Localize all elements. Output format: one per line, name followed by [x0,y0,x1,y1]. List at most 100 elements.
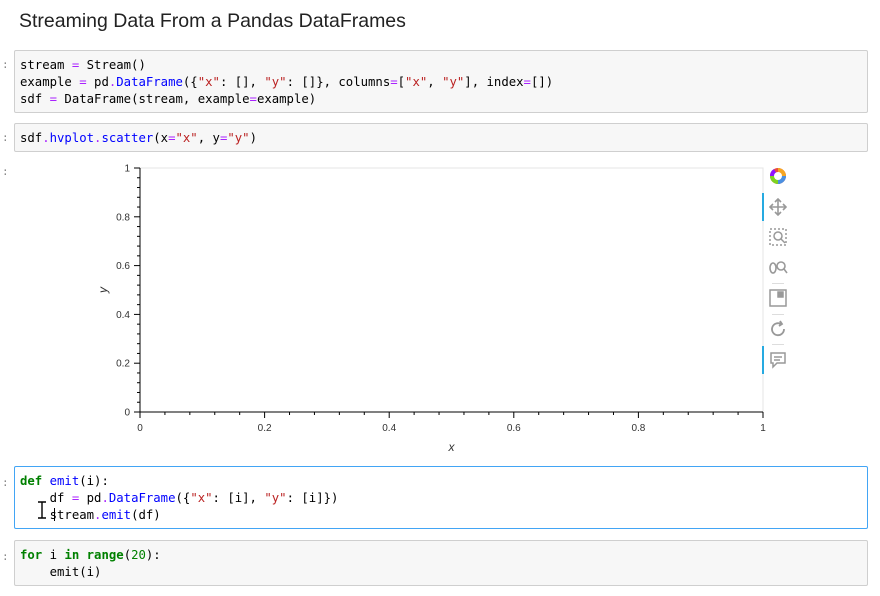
code-token: ): [145,548,161,562]
x-tick-label: 0.8 [631,423,645,434]
toolbar-separator [772,283,784,284]
code-token: DataFrame [108,491,176,505]
code-token: i [42,548,65,562]
code-token: ) [249,131,257,145]
ibeam-cursor-icon [38,501,46,519]
hover-icon[interactable] [765,347,791,373]
pan-icon[interactable] [765,194,791,220]
box-zoom-icon[interactable] [765,224,791,250]
code-line[interactable]: def emit(i): [20,473,867,490]
code-token: = [79,75,87,89]
code-cell-hvplot[interactable]: sdf.hvplot.scatter(x="x", y="y") [14,123,868,152]
code-line[interactable]: example = pd.DataFrame({"x": [], "y": []… [20,74,867,91]
code-token: = [49,92,58,106]
code-line[interactable]: stream = Stream() [20,57,867,74]
plot-output: 0 0.2 0.4 0.6 0.8 1 0 0.2 0.4 0.6 0.8 1 x y [14,158,868,458]
code-token: , [427,75,443,89]
code-token: : []}, columns [286,75,391,89]
active-inspect-indicator [762,346,764,374]
output-prompt: : [2,165,9,178]
plot-frame [139,167,764,413]
code-token: "x" [405,75,428,89]
code-token: emit [49,474,80,488]
code-token: DataFrame [116,75,183,89]
code-token: ( [123,548,132,562]
code-token: ({ [182,75,198,89]
code-line[interactable]: emit(i) [20,564,867,581]
cell-prompt: : [2,131,9,144]
notebook-heading: Streaming Data From a Pandas DataFrames [19,10,406,32]
x-axis-label: x [448,440,456,454]
save-icon[interactable] [765,285,791,311]
y-tick-label: 1 [124,164,130,175]
cell-prompt: : [2,58,9,71]
code-token: . [101,491,109,505]
code-token: ], index [464,75,524,89]
y-tick-label: 0 [124,408,130,419]
code-line[interactable]: for i in range(20): [20,547,867,564]
code-token: [ [397,75,406,89]
code-token: = [523,75,531,89]
code-token: = [390,75,398,89]
code-token: = [168,131,176,145]
code-token: (df) [131,508,161,522]
x-tick-label: 0.6 [507,423,521,434]
code-cell-stream-setup[interactable]: stream = Stream() example = pd.DataFrame(… [14,50,868,113]
active-drag-indicator [762,193,764,221]
code-token: : [i]}) [286,491,339,505]
code-token: hvplot [49,131,95,145]
code-cell-emit-loop[interactable]: for i in range(20): emit(i) [14,540,868,586]
code-token: , y [197,131,220,145]
code-token: emit(i) [20,565,102,579]
code-token: sdf [20,92,50,106]
code-token: for [20,548,43,562]
y-tick-label: 0.4 [116,310,130,321]
code-line[interactable]: sdf = DataFrame(stream, example=example) [20,91,867,108]
code-token: (x [153,131,169,145]
code-token: "x" [190,491,213,505]
wheel-zoom-icon[interactable] [765,254,791,280]
code-line[interactable]: stream.emit(df) [20,507,867,524]
code-token: []) [530,75,554,89]
y-tick-label: 0.2 [116,359,130,370]
code-line[interactable]: df = pd.DataFrame({"x": [i], "y": [i]}) [20,490,867,507]
code-token: pd [86,75,109,89]
code-token: scatter [101,131,154,145]
reset-icon[interactable] [765,316,791,342]
scatter-plot[interactable]: 0 0.2 0.4 0.6 0.8 1 0 0.2 0.4 0.6 0.8 1 x y [14,158,774,458]
code-token: "y" [264,491,287,505]
code-token: . [42,131,50,145]
cell-prompt: : [2,476,9,489]
code-token: "x" [175,131,198,145]
code-token: "y" [442,75,465,89]
code-line[interactable]: sdf.hvplot.scatter(x="x", y="y") [20,130,867,147]
toolbar-separator [772,314,784,315]
text-caret [54,508,55,521]
code-token: : [], [219,75,265,89]
code-token: = [249,92,257,106]
cell-prompt: : [2,550,9,563]
x-tick-label: 1 [760,423,766,434]
code-token: example [20,75,80,89]
x-tick-label: 0.2 [258,423,272,434]
code-token: ({ [175,491,191,505]
x-tick-label: 0.4 [382,423,396,434]
code-token: in [64,548,80,562]
code-token: "x" [197,75,220,89]
y-tick-label: 0.8 [116,212,130,223]
code-cell-emit-function[interactable]: def emit(i): df = pd.DataFrame({"x": [i]… [14,466,868,529]
bokeh-logo-icon[interactable] [765,163,791,189]
y-axis-label: y [96,286,110,294]
y-tick-label: 0.6 [116,261,130,272]
code-token: "y" [227,131,250,145]
code-token: 20 [131,548,146,562]
code-token: sdf [20,131,43,145]
code-token: range [86,548,124,562]
code-token: stream [20,58,72,72]
code-token: example) [256,92,317,106]
x-tick-label: 0 [137,423,143,434]
code-token: "y" [264,75,287,89]
toolbar-separator [772,344,784,345]
